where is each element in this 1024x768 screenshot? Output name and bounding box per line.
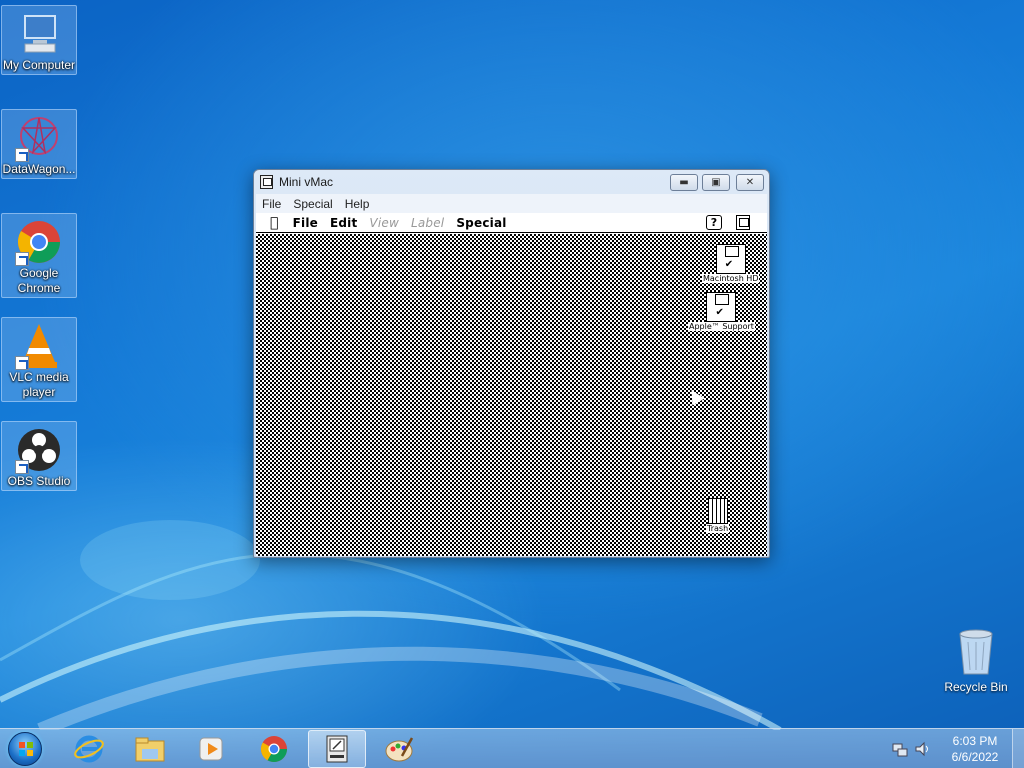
mac-menu-edit[interactable]: Edit xyxy=(324,216,363,230)
mini-vmac-window[interactable]: Mini vMac ▬ ▣ ✕ File Special Help  File… xyxy=(253,169,770,558)
close-icon: ✕ xyxy=(745,177,755,188)
desktop-icon-google-chrome[interactable]: Google Chrome xyxy=(1,213,77,298)
windows-explorer-icon xyxy=(135,737,165,762)
mini-vmac-icon xyxy=(326,735,348,763)
host-menu-special[interactable]: Special xyxy=(287,197,338,211)
trash-label: Trash xyxy=(706,524,730,533)
disk-label: Macintosh HD xyxy=(702,274,760,283)
mac-disk-macintosh-hd[interactable]: Macintosh HD xyxy=(702,244,760,283)
shortcut-arrow-icon xyxy=(15,356,29,370)
disk-icon xyxy=(706,292,737,322)
taskbar-paint[interactable] xyxy=(370,730,428,768)
clock-date: 6/6/2022 xyxy=(951,750,999,764)
hard-disk-icon xyxy=(715,244,746,274)
taskbar-windows-explorer[interactable] xyxy=(121,730,179,768)
datawagon-icon xyxy=(15,114,63,162)
desktop-icon-label: VLC media player xyxy=(9,370,69,399)
mac-menubar:  File Edit View Label Special ? xyxy=(256,213,767,233)
internet-explorer-icon xyxy=(74,735,104,763)
emulated-mac-screen[interactable]:  File Edit View Label Special ? Macinto… xyxy=(256,213,767,556)
mac-menu-file[interactable]: File xyxy=(287,216,324,230)
window-titlebar[interactable]: Mini vMac ▬ ▣ ✕ xyxy=(254,170,769,194)
desktop-icon-label: Google Chrome xyxy=(17,266,61,295)
desktop-icon-obs[interactable]: OBS Studio xyxy=(1,421,77,491)
recycle-bin-icon xyxy=(956,628,996,680)
paint-icon xyxy=(385,737,414,762)
chrome-icon xyxy=(260,736,288,763)
mac-menu-view[interactable]: View xyxy=(363,216,405,230)
taskbar-chrome[interactable] xyxy=(245,730,303,768)
desktop-icon-vlc[interactable]: VLC media player xyxy=(1,317,77,402)
vlc-icon xyxy=(15,322,63,370)
apple-menu-icon[interactable]:  xyxy=(256,215,287,231)
clock-time: 6:03 PM xyxy=(952,734,998,748)
mac-disk-apple-support[interactable]: Apple™ Support xyxy=(688,292,755,331)
desktop-icon-label: DataWagon... xyxy=(2,162,76,176)
taskbar-clock[interactable]: 6:03 PM 6/6/2022 xyxy=(940,733,1010,765)
minimize-icon: ▬ xyxy=(679,177,689,188)
desktop-icon-my-computer[interactable]: My Computer xyxy=(1,5,77,75)
obs-icon xyxy=(15,426,63,474)
finder-app-icon[interactable] xyxy=(736,215,750,230)
shortcut-arrow-icon xyxy=(15,460,29,474)
host-menubar: File Special Help xyxy=(256,194,767,213)
disk-label: Apple™ Support xyxy=(688,322,755,331)
recycle-bin-label: Recycle Bin xyxy=(944,680,1008,694)
host-menu-file[interactable]: File xyxy=(256,197,287,211)
desktop-icon-datawagon[interactable]: DataWagon... xyxy=(1,109,77,179)
mouse-cursor-icon xyxy=(685,386,705,406)
trash-icon xyxy=(707,498,728,524)
taskbar: 6:03 PM 6/6/2022 xyxy=(0,728,1024,768)
maximize-button[interactable]: ▣ xyxy=(702,174,730,191)
minimize-button[interactable]: ▬ xyxy=(670,174,698,191)
help-icon[interactable]: ? xyxy=(706,215,722,230)
media-player-icon xyxy=(199,737,223,761)
shortcut-arrow-icon xyxy=(15,252,29,266)
desktop-icon-label: My Computer xyxy=(2,58,76,72)
mac-menu-label[interactable]: Label xyxy=(405,216,450,230)
window-title: Mini vMac xyxy=(279,175,334,189)
mac-trash[interactable]: Trash xyxy=(706,498,730,533)
mac-menu-special[interactable]: Special xyxy=(450,216,512,230)
taskbar-mini-vmac[interactable] xyxy=(308,730,366,768)
mini-vmac-icon xyxy=(260,175,273,189)
network-icon[interactable] xyxy=(892,741,908,761)
start-button[interactable] xyxy=(4,730,48,768)
chrome-icon xyxy=(15,218,63,266)
close-button[interactable]: ✕ xyxy=(736,174,764,191)
maximize-icon: ▣ xyxy=(711,177,721,188)
start-orb-icon xyxy=(8,732,42,766)
show-desktop-button[interactable] xyxy=(1012,729,1024,768)
computer-icon xyxy=(15,10,63,58)
taskbar-internet-explorer[interactable] xyxy=(60,730,118,768)
taskbar-media-player[interactable] xyxy=(182,730,240,768)
desktop-icon-recycle-bin[interactable]: Recycle Bin xyxy=(938,628,1014,694)
shortcut-arrow-icon xyxy=(15,148,29,162)
mac-desktop[interactable]: Macintosh HD Apple™ Support Trash xyxy=(256,234,767,556)
volume-icon[interactable] xyxy=(914,741,930,761)
host-menu-help[interactable]: Help xyxy=(339,197,376,211)
desktop-icon-label: OBS Studio xyxy=(7,474,71,488)
